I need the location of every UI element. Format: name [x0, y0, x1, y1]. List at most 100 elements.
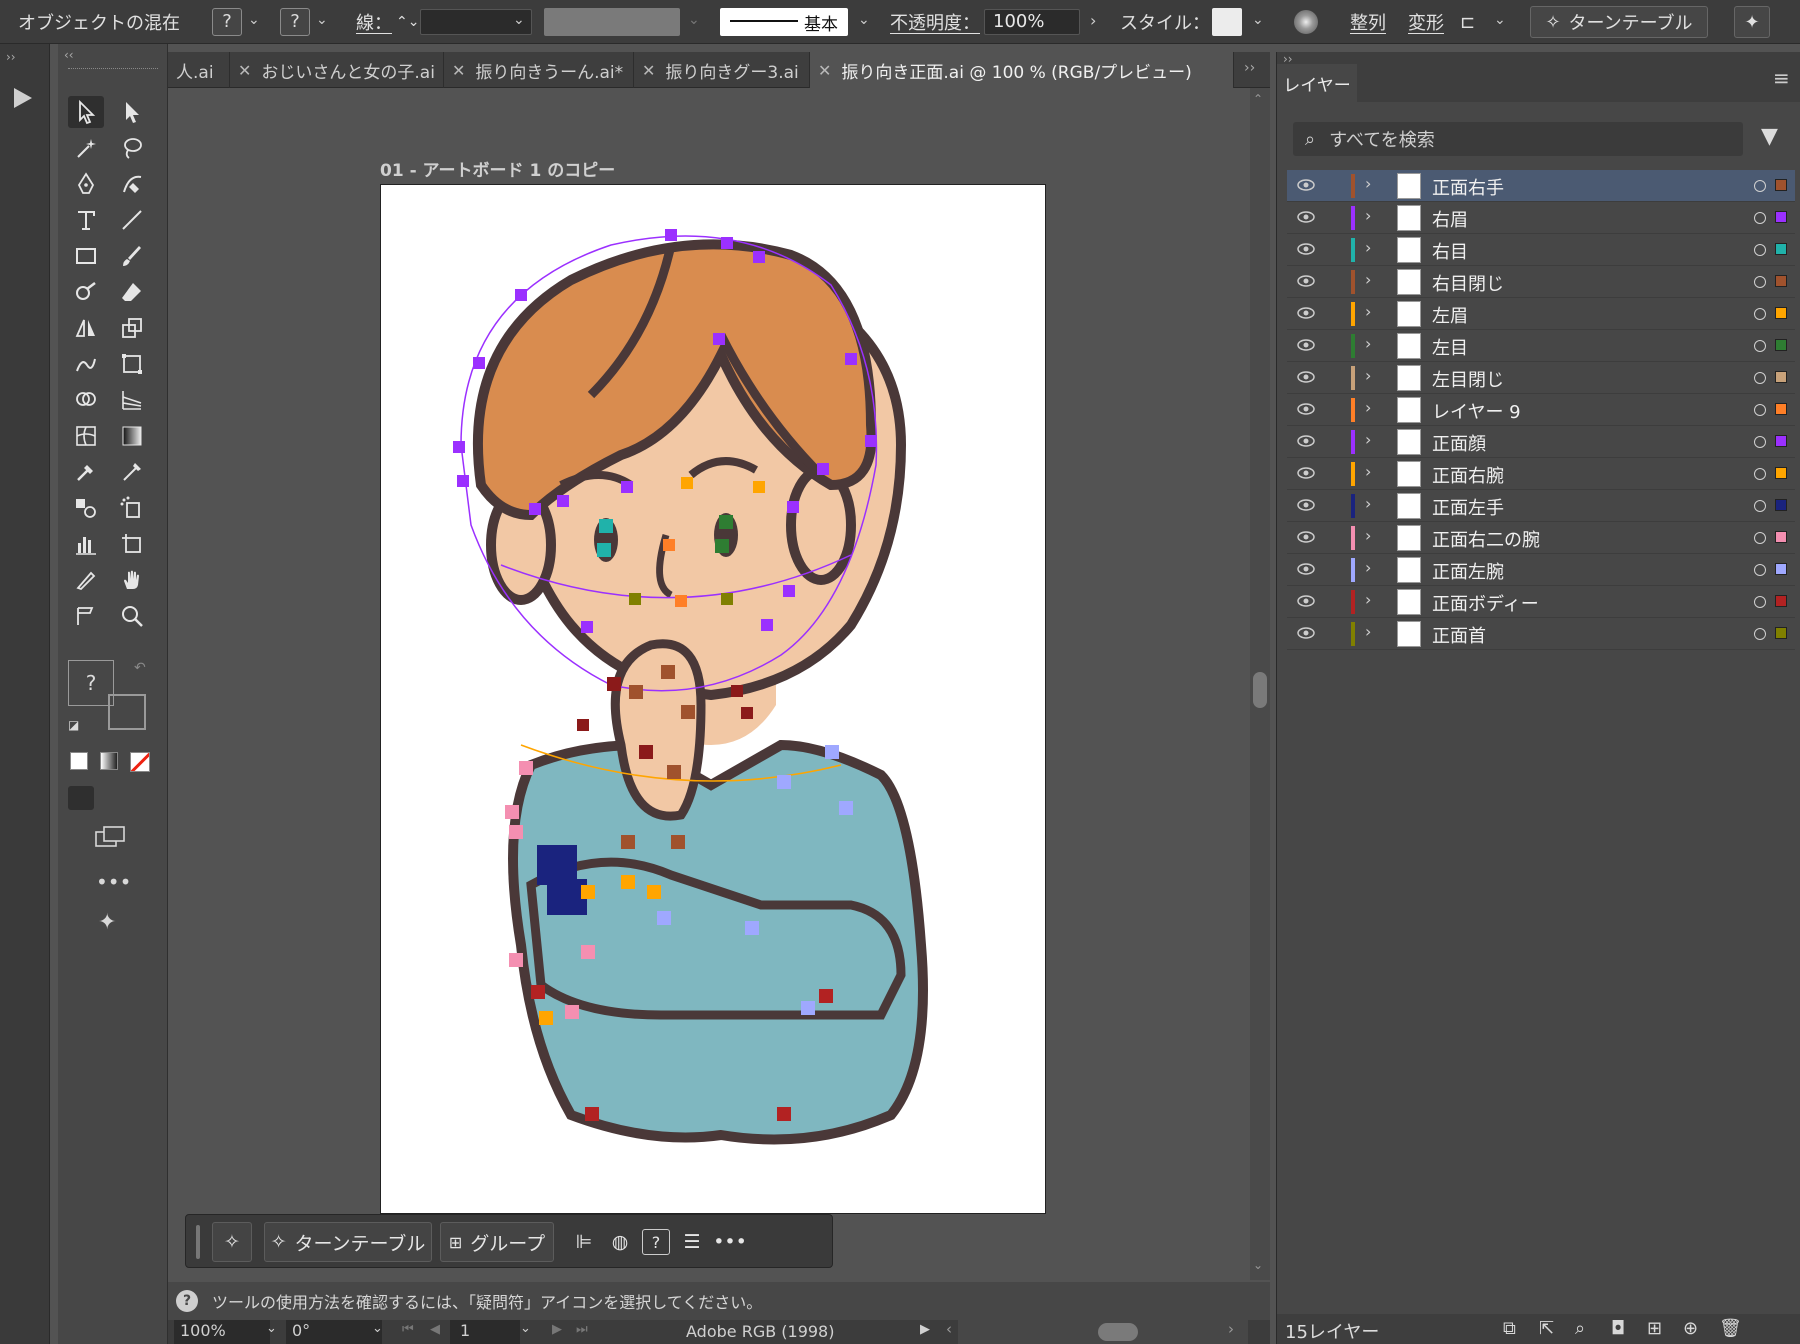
- prev-artboard-icon[interactable]: ◀: [430, 1322, 440, 1337]
- layer-row[interactable]: › 正面首: [1287, 618, 1795, 650]
- variable-width-profile[interactable]: [544, 8, 680, 36]
- chevron-down-icon[interactable]: ⌄: [1252, 12, 1264, 28]
- chevron-down-icon[interactable]: ⌄: [513, 12, 525, 28]
- chevron-right-icon[interactable]: ›: [1365, 302, 1371, 321]
- zoom-field[interactable]: 100%: [174, 1320, 270, 1344]
- close-icon[interactable]: ✕: [452, 61, 465, 80]
- layer-row[interactable]: › 正面右手: [1287, 170, 1795, 202]
- hand-tool-icon[interactable]: [114, 564, 150, 596]
- mesh-tool-icon[interactable]: [68, 420, 104, 452]
- chevron-down-icon[interactable]: ⌄: [1253, 1258, 1263, 1272]
- artboard[interactable]: [380, 184, 1046, 1214]
- edit-toolbar-icon[interactable]: •••: [96, 870, 131, 894]
- chevron-right-icon[interactable]: ›: [1365, 398, 1371, 417]
- layer-row[interactable]: › 正面ボディー: [1287, 586, 1795, 618]
- filter-icon[interactable]: ▼: [1761, 124, 1778, 149]
- swap-colors-icon[interactable]: ↶: [134, 660, 146, 676]
- layer-row[interactable]: › 右目閉じ: [1287, 266, 1795, 298]
- tab-3[interactable]: ✕ 振り向きグー3.ai: [634, 52, 810, 88]
- color-mode-icon[interactable]: [70, 752, 88, 770]
- eye-icon[interactable]: [1297, 594, 1315, 608]
- column-graph-tool-icon[interactable]: [68, 528, 104, 560]
- perspective-grid-tool-icon[interactable]: [114, 384, 150, 416]
- opacity-label[interactable]: 不透明度：: [890, 0, 980, 44]
- eye-icon[interactable]: [1297, 242, 1315, 256]
- chevron-right-icon[interactable]: ›: [1365, 174, 1371, 193]
- menu-icon[interactable]: ☰: [678, 1222, 706, 1262]
- screen-mode-icon[interactable]: [94, 824, 128, 850]
- warp-tool-icon[interactable]: [68, 348, 104, 380]
- target-icon[interactable]: [1754, 468, 1766, 480]
- layer-row[interactable]: › 左眉: [1287, 298, 1795, 330]
- eraser-tool-icon[interactable]: [114, 276, 150, 308]
- shape-builder-tool-icon[interactable]: [68, 384, 104, 416]
- play-icon[interactable]: [14, 88, 32, 108]
- layer-row[interactable]: › 左目閉じ: [1287, 362, 1795, 394]
- transform-link[interactable]: 変形: [1408, 0, 1444, 44]
- clipping-mask-icon[interactable]: ◘: [1611, 1318, 1625, 1339]
- isolate-icon[interactable]: ⊏: [1460, 0, 1475, 44]
- direct-selection-tool-icon[interactable]: [114, 96, 150, 128]
- align-icon[interactable]: ⊫: [570, 1222, 598, 1262]
- chevron-down-icon[interactable]: ⌄: [316, 12, 328, 28]
- horizontal-scrollbar[interactable]: [958, 1320, 1248, 1344]
- trash-icon[interactable]: 🗑: [1719, 1318, 1742, 1339]
- last-artboard-icon[interactable]: ⏭: [576, 1322, 588, 1337]
- chevron-down-icon[interactable]: ⌄: [858, 12, 870, 28]
- canvas[interactable]: 01 - アートボード 1 のコピー: [168, 88, 1258, 1280]
- layer-row[interactable]: › 右眉: [1287, 202, 1795, 234]
- shaper-tool-icon[interactable]: [68, 276, 104, 308]
- print-tiling-tool-icon[interactable]: [68, 600, 104, 632]
- eye-icon[interactable]: [1297, 306, 1315, 320]
- sparkle-icon[interactable]: ✦: [98, 910, 116, 935]
- stroke-stepper[interactable]: ⌃⌄: [396, 0, 419, 44]
- rotation-field[interactable]: 0°: [286, 1320, 382, 1344]
- layer-name[interactable]: レイヤー 9: [1432, 398, 1521, 424]
- more-tabs-icon[interactable]: ››: [1244, 60, 1255, 76]
- layer-name[interactable]: 左目閉じ: [1432, 366, 1504, 392]
- first-artboard-icon[interactable]: ⏮: [402, 1322, 414, 1337]
- tab-0[interactable]: 人.ai: [168, 52, 230, 88]
- eye-icon[interactable]: [1297, 530, 1315, 544]
- layer-row[interactable]: › 正面顔: [1287, 426, 1795, 458]
- symbol-sprayer-tool-icon[interactable]: [114, 492, 150, 524]
- toolbar-grip[interactable]: [68, 68, 158, 71]
- generative-icon[interactable]: ✧: [212, 1222, 252, 1262]
- layer-name[interactable]: 正面右腕: [1432, 462, 1504, 488]
- fill-swatch[interactable]: ?: [212, 8, 242, 36]
- measure-tool-icon[interactable]: [114, 456, 150, 488]
- target-icon[interactable]: [1754, 244, 1766, 256]
- eye-icon[interactable]: [1297, 402, 1315, 416]
- magic-wand-tool-icon[interactable]: [68, 132, 104, 164]
- new-sublayer-icon[interactable]: ⊞: [1647, 1318, 1662, 1339]
- layer-name[interactable]: 右目閉じ: [1432, 270, 1504, 296]
- chevron-down-icon[interactable]: ⌄: [520, 1321, 531, 1336]
- chevron-up-icon[interactable]: ⌃: [1253, 92, 1263, 106]
- group-button[interactable]: ⊞ グループ: [440, 1222, 554, 1262]
- target-icon[interactable]: [1754, 500, 1766, 512]
- eye-icon[interactable]: [1297, 466, 1315, 480]
- help-icon[interactable]: ?: [642, 1229, 670, 1255]
- scale-tool-icon[interactable]: [114, 312, 150, 344]
- layer-name[interactable]: 正面ボディー: [1432, 590, 1539, 616]
- artboard-label[interactable]: 01 - アートボード 1 のコピー: [380, 156, 615, 181]
- rectangle-tool-icon[interactable]: [68, 240, 104, 272]
- selection-tool-icon[interactable]: [68, 96, 104, 128]
- eye-icon[interactable]: [1297, 434, 1315, 448]
- layer-name[interactable]: 正面左腕: [1432, 558, 1504, 584]
- none-mode-icon[interactable]: [130, 752, 150, 772]
- align-link[interactable]: 整列: [1350, 0, 1386, 44]
- chevron-right-icon[interactable]: ›: [1365, 238, 1371, 257]
- chevron-right-icon[interactable]: ›: [1365, 622, 1371, 641]
- artboard-number-field[interactable]: 1: [450, 1320, 520, 1344]
- recolor-icon[interactable]: [1294, 10, 1318, 34]
- target-icon[interactable]: [1754, 276, 1766, 288]
- chevron-right-icon[interactable]: ›: [1365, 366, 1371, 385]
- target-icon[interactable]: [1754, 532, 1766, 544]
- target-icon[interactable]: [1754, 308, 1766, 320]
- eye-icon[interactable]: [1297, 562, 1315, 576]
- target-icon[interactable]: [1754, 564, 1766, 576]
- brush-definition[interactable]: 基本: [720, 8, 848, 36]
- artboard-tool-icon[interactable]: [114, 528, 150, 560]
- close-icon[interactable]: ✕: [642, 61, 655, 80]
